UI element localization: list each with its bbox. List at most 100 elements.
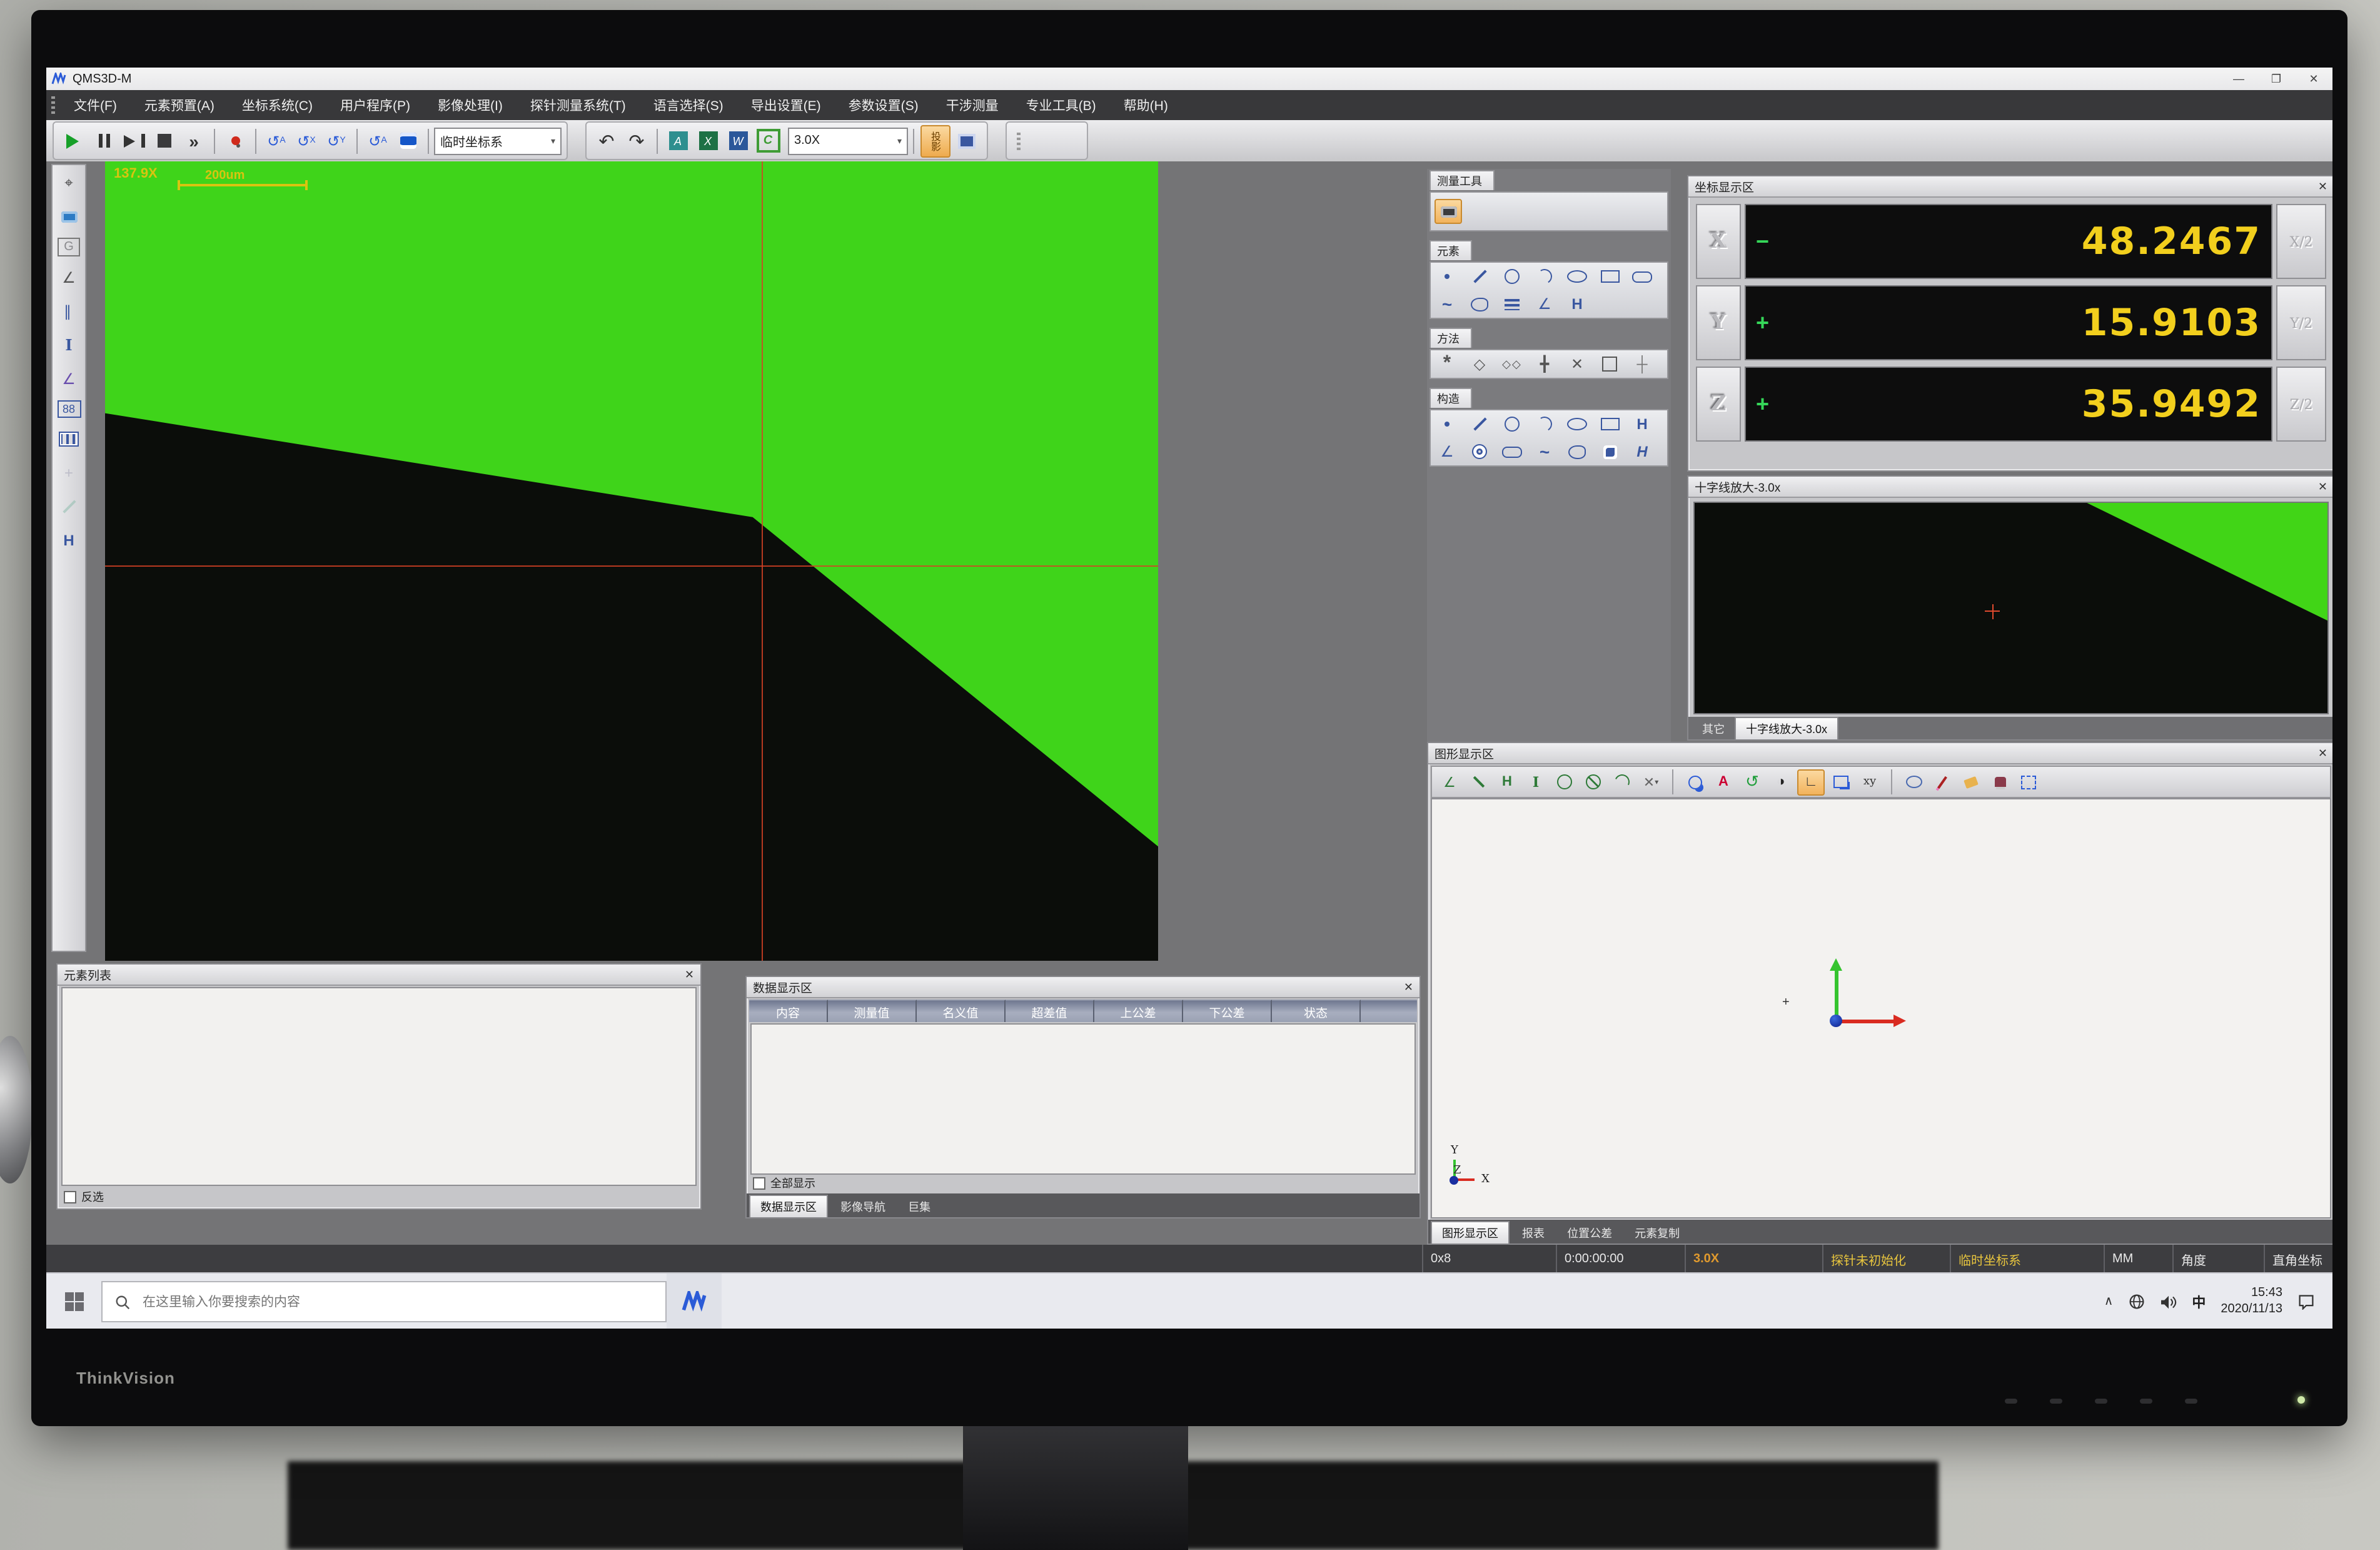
- g-zoom-select-icon[interactable]: [1682, 770, 1707, 794]
- tab-macro[interactable]: 巨集: [898, 1196, 940, 1217]
- close-icon[interactable]: ✕: [2318, 746, 2327, 760]
- measure-tools-tab[interactable]: 测量工具: [1430, 170, 1495, 190]
- notification-icon[interactable]: [2297, 1294, 2315, 1310]
- close-icon[interactable]: ✕: [2318, 480, 2327, 494]
- construct-slot-icon[interactable]: [1500, 440, 1525, 463]
- g-vertical-distance-icon[interactable]: I: [1523, 770, 1548, 794]
- projection-capture-button[interactable]: 投影: [920, 124, 950, 157]
- undo-button[interactable]: ↶: [593, 126, 620, 156]
- menu-element-preset[interactable]: 元素预置(A): [131, 96, 228, 114]
- restore-button[interactable]: ❐: [2257, 68, 2295, 90]
- col-lower-tol[interactable]: 下公差: [1183, 1000, 1272, 1022]
- data-table-body[interactable]: [750, 1023, 1416, 1175]
- taskbar-clock[interactable]: 15:43 2020/11/13: [2221, 1286, 2282, 1317]
- method-section-tab[interactable]: 方法: [1430, 328, 1472, 348]
- run-button[interactable]: [60, 126, 88, 156]
- z-half-button[interactable]: Z/2: [2276, 367, 2326, 442]
- cross-tool-icon[interactable]: +: [56, 460, 81, 485]
- g-stamp-icon[interactable]: [1987, 770, 2012, 794]
- angle-measure-icon[interactable]: ∠: [56, 265, 81, 290]
- construct-section-tab[interactable]: 构造: [1430, 388, 1472, 408]
- export-c-button[interactable]: C: [754, 126, 782, 156]
- more-button[interactable]: »: [180, 126, 208, 156]
- qms-taskbar-icon[interactable]: [667, 1274, 722, 1329]
- g-eraser-icon[interactable]: [1959, 770, 1984, 794]
- menu-coord-system[interactable]: 坐标系统(C): [228, 96, 326, 114]
- auto-detect-icon[interactable]: *: [1435, 353, 1460, 375]
- grid-calibration-icon[interactable]: G: [58, 238, 80, 256]
- construct-line-icon[interactable]: [1467, 413, 1492, 435]
- tab-position-tolerance[interactable]: 位置公差: [1557, 1222, 1622, 1244]
- construct-angle-icon[interactable]: ∠: [1435, 440, 1460, 463]
- g-contrast-icon[interactable]: ◑: [1768, 770, 1793, 794]
- close-button[interactable]: ✕: [2295, 68, 2332, 90]
- start-button[interactable]: [46, 1274, 101, 1329]
- g-circle-icon[interactable]: [1552, 770, 1577, 794]
- construct-ellipse-icon[interactable]: [1565, 413, 1590, 435]
- g-xy-label-icon[interactable]: xy: [1857, 770, 1882, 794]
- coord-system-select[interactable]: 临时坐标系 ▾: [434, 127, 562, 154]
- menu-language[interactable]: 语言选择(S): [640, 96, 737, 114]
- taskbar-search[interactable]: [101, 1281, 667, 1322]
- y-axis-button[interactable]: Y: [1696, 285, 1741, 360]
- construct-calc-icon[interactable]: [1597, 440, 1622, 463]
- pause-button[interactable]: [90, 126, 118, 156]
- construct-distance-icon[interactable]: H: [1630, 413, 1655, 435]
- element-list-body[interactable]: [61, 987, 697, 1186]
- show-all-checkbox[interactable]: [753, 1177, 765, 1189]
- monitor-controls[interactable]: [2005, 1399, 2197, 1404]
- g-pen-icon[interactable]: [1930, 770, 1955, 794]
- invert-selection-checkbox[interactable]: [64, 1190, 76, 1203]
- minimize-button[interactable]: —: [2220, 68, 2257, 90]
- tab-graphics[interactable]: 图形显示区: [1431, 1221, 1510, 1244]
- construct-concentric-icon[interactable]: [1467, 440, 1492, 463]
- multi-point-icon[interactable]: ◇◇: [1500, 353, 1525, 375]
- close-icon[interactable]: ✕: [1404, 980, 1413, 994]
- capture-camera-button[interactable]: [1435, 199, 1462, 224]
- save-button[interactable]: [394, 126, 421, 156]
- stop-button[interactable]: [150, 126, 178, 156]
- rotate-a-button[interactable]: ↺A: [263, 126, 290, 156]
- g-angle-icon[interactable]: ∠: [1437, 770, 1462, 794]
- g-perpendicular-icon[interactable]: ∟: [1797, 769, 1825, 795]
- data-table-button[interactable]: [953, 126, 981, 156]
- close-icon[interactable]: ✕: [685, 968, 694, 981]
- g-ellipse-icon[interactable]: [1901, 770, 1926, 794]
- menu-parameter-settings[interactable]: 参数设置(S): [835, 96, 932, 114]
- single-point-icon[interactable]: ◇: [1467, 353, 1492, 375]
- report-chart-button[interactable]: A: [664, 126, 692, 156]
- counter-display-icon[interactable]: 88: [57, 400, 81, 418]
- x-axis-button[interactable]: X: [1696, 204, 1741, 279]
- line-tool-icon[interactable]: [1467, 265, 1492, 288]
- angle-between-icon[interactable]: ∠: [56, 367, 81, 392]
- step-button[interactable]: [120, 126, 148, 156]
- zoom-select[interactable]: 3.0X ▾: [788, 127, 908, 154]
- rotate-a2-button[interactable]: ↺A: [364, 126, 391, 156]
- close-icon[interactable]: ✕: [2318, 180, 2327, 193]
- rotate-x-button[interactable]: ↺X: [293, 126, 320, 156]
- redo-button[interactable]: ↷: [623, 126, 650, 156]
- cross-center-icon[interactable]: ┼: [1630, 353, 1655, 375]
- parallel-lines-icon[interactable]: ∥: [56, 299, 81, 324]
- construct-arc-icon[interactable]: [1532, 413, 1557, 435]
- export-excel-button[interactable]: X: [694, 126, 722, 156]
- construct-point-icon[interactable]: [1435, 413, 1460, 435]
- export-word-button[interactable]: W: [724, 126, 752, 156]
- array-grid-icon[interactable]: [56, 427, 81, 452]
- trace-icon[interactable]: ✕: [1565, 353, 1590, 375]
- g-distance-icon[interactable]: H: [1495, 770, 1520, 794]
- magnifier-view[interactable]: [1693, 502, 2329, 714]
- construct-circle-icon[interactable]: [1500, 413, 1525, 435]
- network-globe-icon[interactable]: [2128, 1294, 2144, 1310]
- menu-export-settings[interactable]: 导出设置(E): [737, 96, 835, 114]
- col-measured[interactable]: 测量值: [828, 1000, 917, 1022]
- rectangle-tool-icon[interactable]: [1597, 265, 1622, 288]
- tab-other[interactable]: 其它: [1692, 718, 1735, 739]
- edge-point-icon[interactable]: ╋: [1532, 353, 1557, 375]
- tab-crosshair-magnifier[interactable]: 十字线放大-3.0x: [1735, 717, 1838, 739]
- col-deviation[interactable]: 超差值: [1006, 1000, 1094, 1022]
- x-half-button[interactable]: X/2: [2276, 204, 2326, 279]
- g-line-icon[interactable]: [1466, 770, 1491, 794]
- ime-indicator[interactable]: 中: [2192, 1292, 2206, 1312]
- tab-element-copy[interactable]: 元素复制: [1625, 1222, 1690, 1244]
